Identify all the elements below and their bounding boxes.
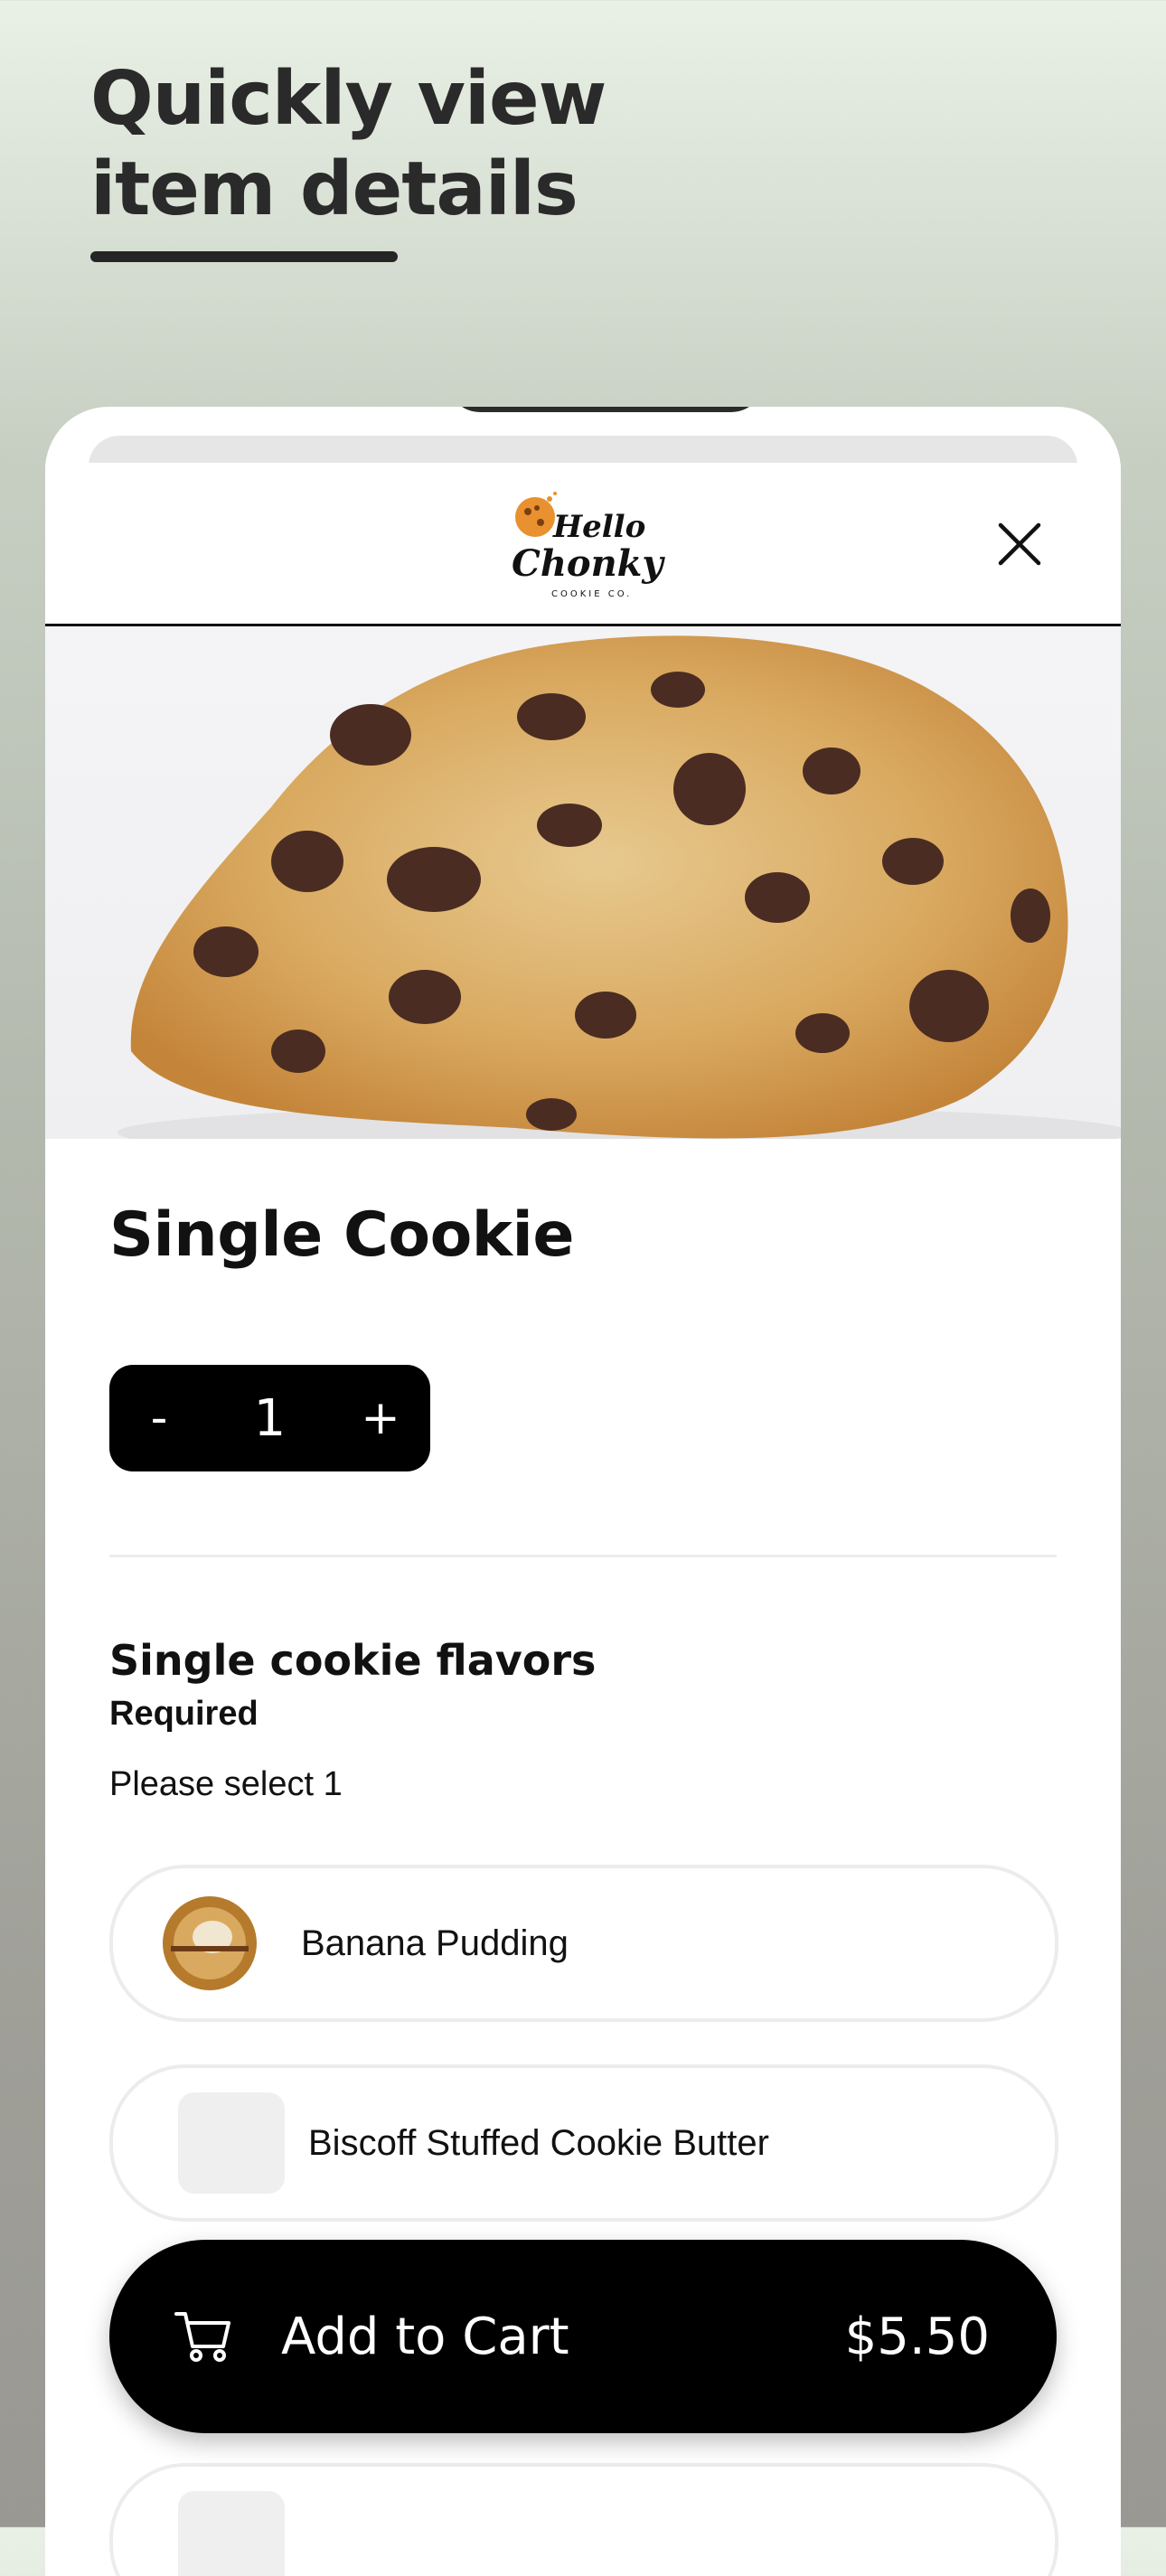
- selection-hint: Please select 1: [109, 1765, 343, 1803]
- close-icon[interactable]: [997, 522, 1042, 567]
- logo-text-chonky: Chonky: [512, 542, 665, 585]
- logo-text-company: COOKIE CO.: [551, 589, 632, 599]
- dynamic-island: [447, 407, 764, 412]
- option-label: Biscoff Stuffed Cookie Butter: [308, 2122, 769, 2163]
- required-label: Required: [109, 1695, 259, 1733]
- image-placeholder: [178, 2092, 285, 2194]
- cart-icon: [174, 2312, 230, 2362]
- options-section-title: Single cookie flavors: [109, 1636, 597, 1685]
- option-biscoff-stuffed-cookie-butter[interactable]: Biscoff Stuffed Cookie Butter: [109, 2064, 1058, 2222]
- decrement-button[interactable]: -: [109, 1365, 209, 1471]
- modal-header: Hello Chonky COOKIE CO.: [45, 463, 1121, 626]
- hello-chonky-logo: Hello Chonky COOKIE CO.: [512, 492, 665, 599]
- banana-pudding-thumbnail: [163, 1896, 257, 1990]
- option-banana-pudding[interactable]: Banana Pudding: [109, 1865, 1058, 2022]
- increment-button[interactable]: +: [331, 1365, 430, 1471]
- product-title: Single Cookie: [109, 1199, 574, 1271]
- option-next-item[interactable]: [109, 2463, 1058, 2576]
- cookie-image: [118, 635, 1121, 1139]
- cart-price: $5.50: [844, 2307, 990, 2366]
- image-placeholder: [178, 2491, 285, 2576]
- headline-underline: [90, 251, 398, 262]
- add-to-cart-button[interactable]: Add to Cart $5.50: [109, 2240, 1057, 2433]
- option-label: Banana Pudding: [301, 1923, 569, 1963]
- section-divider: [109, 1555, 1057, 1557]
- add-to-cart-label: Add to Cart: [281, 2307, 569, 2366]
- quantity-value: 1: [253, 1388, 287, 1448]
- logo-text-hello: Hello: [552, 509, 645, 545]
- product-image: [45, 626, 1121, 1139]
- quantity-stepper: - 1 +: [109, 1365, 430, 1471]
- promo-headline: Quickly view item details: [90, 56, 607, 232]
